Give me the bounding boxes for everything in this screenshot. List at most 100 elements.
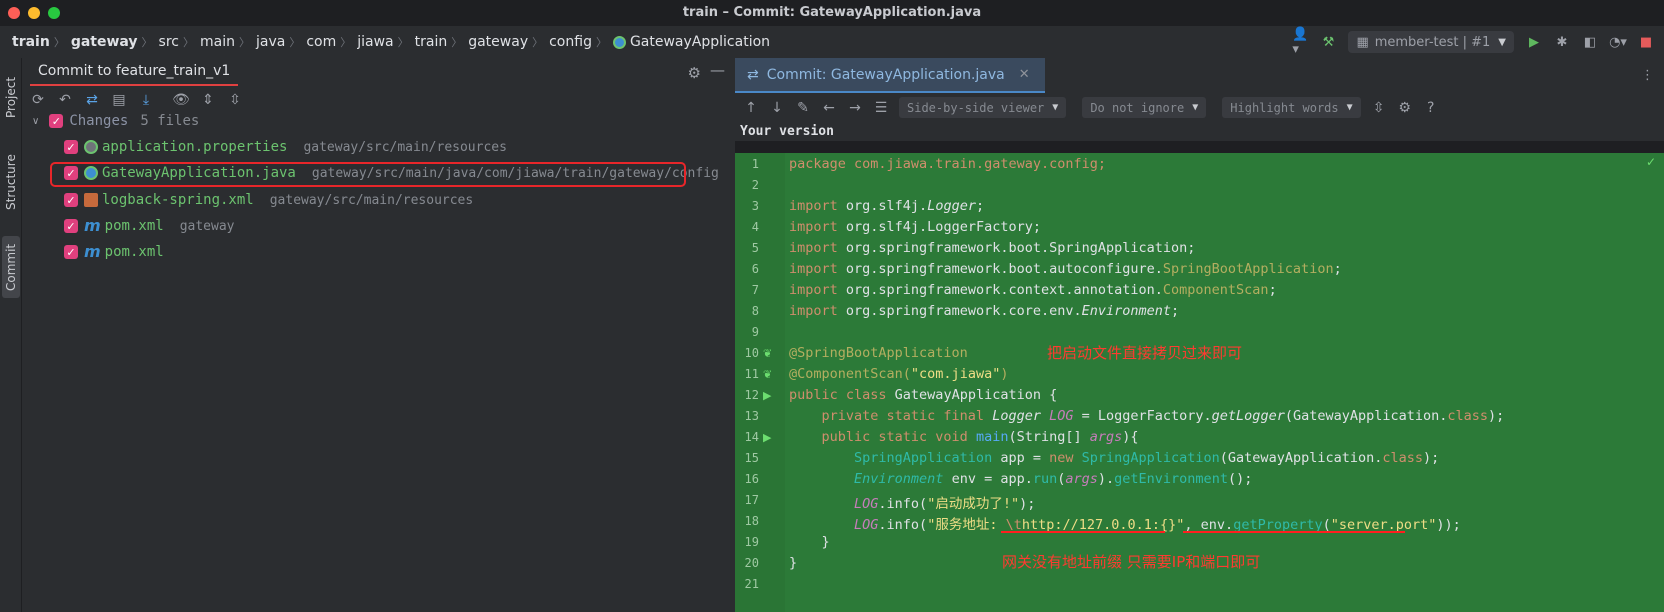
run-icon[interactable]: ▶ xyxy=(1526,34,1542,50)
code-editor[interactable]: ✓ 1 2 3 4 5 6 7 8 9 10 11 12 13 14 15 16… xyxy=(735,153,1664,612)
gear-icon[interactable]: ⚙ xyxy=(1397,100,1413,116)
line-number: 2 xyxy=(751,178,759,192)
file-checkbox[interactable]: ✓ xyxy=(64,140,78,154)
minimize-window-button[interactable] xyxy=(28,7,40,19)
line-number: 14 xyxy=(744,430,759,444)
previous-difference-icon[interactable]: ↑ xyxy=(743,100,759,116)
code-token: ); xyxy=(1488,408,1505,424)
code-token: (GatewayApplication. xyxy=(1284,408,1448,424)
breadcrumb-item[interactable]: GatewayApplication xyxy=(630,34,770,50)
file-checkbox[interactable]: ✓ xyxy=(64,219,78,233)
breadcrumb-item[interactable]: train xyxy=(12,34,50,50)
breadcrumb-item[interactable]: config xyxy=(549,34,592,50)
next-difference-icon[interactable]: ↓ xyxy=(769,100,785,116)
show-diff-icon[interactable]: ⇄ xyxy=(84,92,100,108)
code-token: env = app. xyxy=(943,471,1033,487)
gear-icon[interactable]: ⚙ xyxy=(688,64,701,82)
viewer-select[interactable]: Side-by-side viewer ▼ xyxy=(899,97,1067,118)
coverage-icon[interactable]: ◧ xyxy=(1582,34,1598,50)
breadcrumb-item[interactable]: train xyxy=(415,34,448,50)
expand-all-icon[interactable]: ⇕ xyxy=(200,92,216,108)
back-icon[interactable]: ← xyxy=(821,100,837,116)
profile-icon[interactable]: ◔▾ xyxy=(1609,34,1627,50)
close-window-button[interactable] xyxy=(8,7,20,19)
collapse-unchanged-icon[interactable]: ⇳ xyxy=(1371,100,1387,116)
maximize-window-button[interactable] xyxy=(48,7,60,19)
breadcrumb-item[interactable]: gateway xyxy=(71,34,138,50)
spring-bean-icon[interactable]: ❦ xyxy=(763,368,772,381)
rollback-icon[interactable]: ↶ xyxy=(57,92,73,108)
close-icon[interactable]: ✕ xyxy=(1019,67,1030,82)
code-line: import org.springframework.boot.autoconf… xyxy=(789,261,1342,277)
diff-tab-bar: ⇄ Commit: GatewayApplication.java ✕ ⋮ xyxy=(735,58,1664,93)
file-checkbox[interactable]: ✓ xyxy=(64,245,78,259)
update-icon[interactable]: ⤓ xyxy=(138,92,154,108)
commit-tab-title[interactable]: Commit to feature_train_v1 xyxy=(30,58,239,86)
view-options-icon[interactable]: 👁 xyxy=(172,92,190,108)
breadcrumb-item[interactable]: jiawa xyxy=(357,34,393,50)
code-token: org.springframework.core.env. xyxy=(845,303,1082,319)
code-token: SpringBootApplication xyxy=(1162,261,1334,277)
build-hammer-icon[interactable]: ⚒ xyxy=(1320,34,1336,50)
line-number: 15 xyxy=(744,451,759,465)
chevron-right-icon: 〉 xyxy=(141,36,153,49)
line-number: 9 xyxy=(751,325,759,339)
breadcrumb-item[interactable]: main xyxy=(200,34,235,50)
minimize-icon[interactable]: — xyxy=(710,61,725,79)
maven-icon: m xyxy=(84,242,101,261)
more-options-icon[interactable]: ⋮ xyxy=(1641,68,1654,83)
chevron-down-icon[interactable]: ∨ xyxy=(32,116,39,127)
commit-tab-label: Commit xyxy=(4,243,18,291)
code-token: ; xyxy=(1333,261,1342,277)
spring-bean-icon[interactable]: ❦ xyxy=(763,347,772,360)
edit-icon[interactable]: ✎ xyxy=(795,100,811,116)
code-token: } xyxy=(789,555,798,571)
tool-window-commit[interactable]: Commit xyxy=(2,236,20,298)
breadcrumb-item[interactable]: src xyxy=(159,34,179,50)
diff-panel: ⇄ Commit: GatewayApplication.java ✕ ⋮ ↑ … xyxy=(735,58,1664,612)
file-path: gateway xyxy=(179,218,235,234)
code-line: private static final Logger LOG = Logger… xyxy=(789,408,1505,424)
code-token: org.slf4j. xyxy=(845,198,928,214)
run-configuration-select[interactable]: ▦ member-test | #1 ▼ xyxy=(1348,31,1514,53)
help-button[interactable]: ? xyxy=(1423,100,1439,116)
code-token: (String[] xyxy=(1008,429,1090,445)
refresh-icon[interactable]: ⟳ xyxy=(30,92,46,108)
breadcrumb-item[interactable]: java xyxy=(256,34,285,50)
collapse-all-icon[interactable]: ⇳ xyxy=(227,92,243,108)
list-item[interactable]: ✓ application.properties gateway/src/mai… xyxy=(64,134,507,160)
tool-window-structure[interactable]: Structure xyxy=(2,144,20,220)
file-name: pom.xml xyxy=(104,218,164,234)
chevron-right-icon: 〉 xyxy=(53,36,65,49)
changes-checkbox[interactable]: ✓ xyxy=(49,114,64,128)
code-token: LOG xyxy=(789,496,879,512)
code-token: main xyxy=(975,429,1009,445)
run-gutter-icon[interactable]: ▶ xyxy=(763,431,771,444)
list-item[interactable]: ✓ m pom.xml xyxy=(64,239,164,265)
forward-icon[interactable]: → xyxy=(847,100,863,116)
ignore-select[interactable]: Do not ignore ▼ xyxy=(1082,97,1207,118)
user-account-icon[interactable]: 👤▾ xyxy=(1292,27,1308,57)
list-item[interactable]: ✓ m pom.xml gateway xyxy=(64,213,234,239)
list-item[interactable]: ✓ logback-spring.xml gateway/src/main/re… xyxy=(64,187,473,213)
code-token: org.springframework.boot.autoconfigure. xyxy=(845,261,1163,277)
chevron-right-icon: 〉 xyxy=(397,36,409,49)
viewer-label: Side-by-side viewer xyxy=(907,100,1045,115)
diff-toolbar: ↑ ↓ ✎ ← → ☰ Side-by-side viewer ▼ Do not … xyxy=(735,93,1664,122)
breadcrumb-item[interactable]: gateway xyxy=(468,34,528,50)
list-icon[interactable]: ☰ xyxy=(873,100,889,116)
debug-icon[interactable]: ✱ xyxy=(1554,34,1570,50)
chevron-down-icon: ▼ xyxy=(1346,102,1353,113)
highlight-select[interactable]: Highlight words ▼ xyxy=(1222,97,1361,118)
changes-group[interactable]: ∨ ✓ Changes 5 files xyxy=(32,108,199,134)
shelve-icon[interactable]: ▤ xyxy=(111,92,127,108)
breadcrumb-item[interactable]: com xyxy=(306,34,336,50)
tool-window-project[interactable]: Project xyxy=(2,64,20,130)
run-gutter-icon[interactable]: ▶ xyxy=(763,389,771,402)
stop-icon[interactable]: ■ xyxy=(1638,34,1654,50)
code-line: import org.slf4j.LoggerFactory; xyxy=(789,219,1041,235)
code-token: } xyxy=(789,534,830,550)
tab-commit-diff[interactable]: ⇄ Commit: GatewayApplication.java ✕ xyxy=(735,58,1045,93)
file-checkbox[interactable]: ✓ xyxy=(64,193,78,207)
chevron-right-icon: 〉 xyxy=(238,36,250,49)
